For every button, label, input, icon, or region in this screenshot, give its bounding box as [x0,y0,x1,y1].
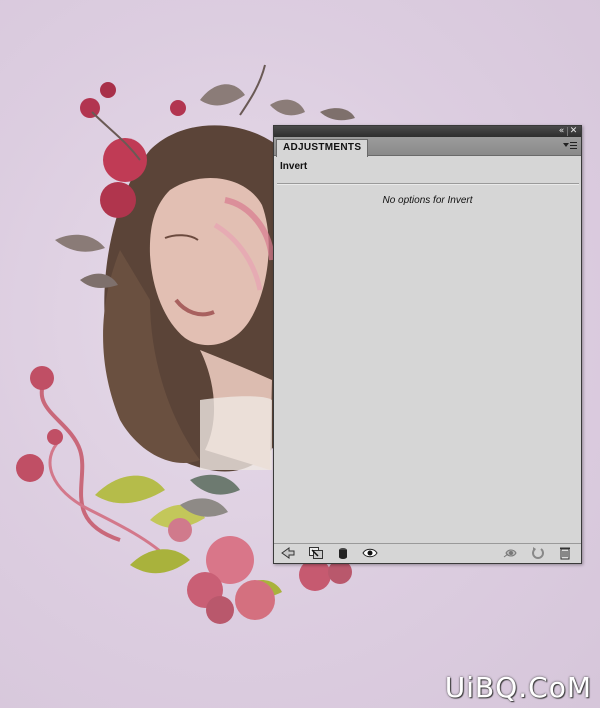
no-options-message: No options for Invert [382,195,473,206]
close-icon[interactable]: ✕ [568,126,579,137]
watermark-text: UiBQ.CoM [444,671,592,704]
title-divider-highlight [277,184,579,185]
tab-adjustments[interactable]: ADJUSTMENTS [276,139,369,157]
eye-icon[interactable] [362,546,378,560]
trash-icon[interactable] [557,546,573,560]
panel-menu-icon[interactable] [563,141,577,151]
visibility-mask-icon[interactable] [335,546,351,560]
adjustment-title: Invert [280,161,308,172]
double-left-arrow-icon[interactable]: « [556,126,567,137]
reset-icon[interactable] [530,546,546,560]
back-arrow-icon[interactable] [280,546,296,560]
adjustments-panel: « ✕ ADJUSTMENTS Invert No options for In… [273,125,582,564]
panel-titlebar[interactable]: « ✕ [274,126,581,137]
view-previous-state-icon[interactable] [503,546,519,560]
clip-to-layer-icon[interactable] [308,546,324,560]
panel-tabbar: ADJUSTMENTS [274,137,581,157]
panel-footer [274,543,581,563]
